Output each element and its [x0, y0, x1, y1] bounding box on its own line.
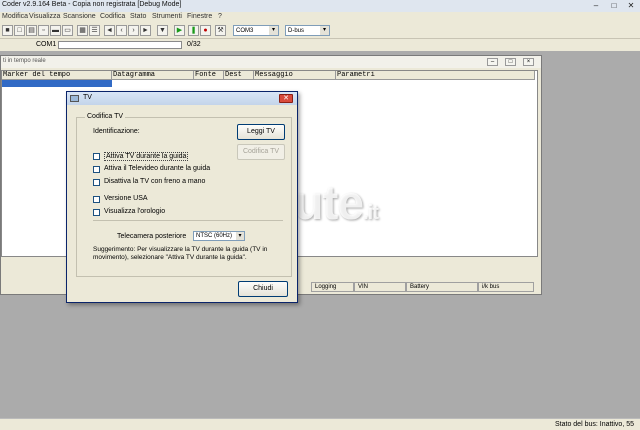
chevron-down-icon: ▾: [269, 26, 278, 35]
tv-coding-group: Codifica TV Identificazione: Leggi TV Co…: [76, 113, 292, 277]
child-minimize-button[interactable]: –: [487, 58, 498, 66]
bus-select-value: D-bus: [288, 28, 305, 34]
save-icon[interactable]: □: [14, 25, 25, 36]
option-label[interactable]: Disattiva la TV con freno a mano: [104, 178, 205, 185]
menu-scansione[interactable]: Scansione: [63, 13, 96, 20]
tools-icon[interactable]: ⚒: [215, 25, 226, 36]
column-header[interactable]: Datagramma: [112, 71, 194, 80]
menu-strumenti[interactable]: Strumenti: [152, 13, 182, 20]
menu-visualizza[interactable]: Visualizza: [29, 13, 60, 20]
bus-status: i/k bus: [478, 282, 534, 292]
bottom-status-bar: Stato del bus: Inattivo, 55: [0, 418, 640, 430]
chevron-down-icon: ▾: [320, 26, 329, 35]
child-close-button[interactable]: ×: [523, 58, 534, 66]
child-restore-button[interactable]: □: [505, 58, 516, 66]
first-icon[interactable]: ◄: [104, 25, 115, 36]
prev-icon[interactable]: ‹: [116, 25, 127, 36]
record-icon[interactable]: ●: [200, 25, 211, 36]
cut-icon[interactable]: ▭: [62, 25, 73, 36]
menu-codifica[interactable]: Codifica: [100, 13, 125, 20]
menu-finestre[interactable]: Finestre: [187, 13, 212, 20]
play-icon[interactable]: ▶: [174, 25, 185, 36]
column-header[interactable]: Fonte: [194, 71, 224, 80]
option-checkbox[interactable]: [93, 196, 100, 203]
vin-status: VIN: [354, 282, 406, 292]
last-icon[interactable]: ►: [140, 25, 151, 36]
column-header[interactable]: Dest: [224, 71, 254, 80]
rear-camera-select[interactable]: NTSC (60Hz) ▾: [193, 231, 245, 241]
menu-stato[interactable]: Stato: [130, 13, 146, 20]
copy-icon[interactable]: ▫: [38, 25, 49, 36]
identification-label: Identificazione:: [93, 128, 140, 135]
bus-select[interactable]: D-bus ▾: [285, 25, 330, 36]
watermark-suffix: .it: [363, 202, 379, 224]
encode-tv-button[interactable]: Codifica TV: [237, 144, 285, 160]
battery-status: Battery: [406, 282, 478, 292]
next-icon[interactable]: ›: [128, 25, 139, 36]
option-checkbox[interactable]: [93, 153, 100, 160]
child-window-title: ti in tempo reale: [3, 58, 46, 64]
selected-row[interactable]: [2, 80, 112, 87]
rear-camera-label: Telecamera posteriore: [117, 233, 187, 240]
logging-status: Logging: [311, 282, 354, 292]
progress-count: 0/32: [187, 41, 201, 48]
port-select[interactable]: COM3 ▾: [233, 25, 279, 36]
option-checkbox[interactable]: [93, 179, 100, 186]
option-label[interactable]: Visualizza l'orologio: [104, 208, 165, 215]
bus-state-text: Stato del bus: Inattivo, 55: [555, 421, 634, 428]
pause-icon[interactable]: ❚: [188, 25, 199, 36]
group-label: Codifica TV: [85, 113, 126, 120]
port-select-value: COM3: [236, 28, 254, 34]
menu-help[interactable]: ?: [218, 13, 222, 20]
port-status-row: COM1 0/32: [0, 39, 640, 51]
menu-modifica[interactable]: Modifica: [2, 13, 28, 20]
minimize-button[interactable]: –: [588, 0, 604, 11]
option-checkbox[interactable]: [93, 166, 100, 173]
rear-camera-value: NTSC (60Hz): [196, 233, 233, 239]
option-checkbox[interactable]: [93, 209, 100, 216]
option-label[interactable]: Attiva TV durante la guida: [104, 152, 189, 161]
dialog-title: TV: [83, 94, 92, 101]
column-header[interactable]: Messaggio: [254, 71, 336, 80]
dialog-close-icon[interactable]: ✕: [279, 94, 293, 103]
progress-bar: [58, 41, 182, 49]
read-tv-button[interactable]: Leggi TV: [237, 124, 285, 140]
child-titlebar: ti in tempo reale – □ ×: [1, 56, 541, 68]
port-label: COM1: [36, 41, 57, 48]
print-icon[interactable]: ▤: [26, 25, 37, 36]
main-titlebar: Coder v2.9.164 Beta - Copia non registra…: [0, 0, 640, 12]
close-button[interactable]: ✕: [623, 0, 639, 11]
dialog-titlebar: TV ✕: [67, 92, 297, 105]
chevron-down-icon: ▾: [236, 232, 244, 240]
column-header[interactable]: Marker del tempo: [2, 71, 112, 80]
grid-view-icon[interactable]: ▦: [77, 25, 88, 36]
open-icon[interactable]: ■: [2, 25, 13, 36]
close-dialog-button[interactable]: Chiudi: [238, 281, 288, 297]
tv-dialog: TV ✕ Codifica TV Identificazione: Leggi …: [66, 91, 298, 303]
hint-text: Suggerimento: Per visualizzare la TV dur…: [93, 246, 268, 261]
paste-icon[interactable]: ▬: [50, 25, 61, 36]
maximize-button[interactable]: □: [606, 0, 622, 11]
window-title: Coder v2.9.164 Beta - Copia non registra…: [2, 1, 182, 8]
menu-bar: Modifica Visualizza Scansione Codifica S…: [0, 12, 640, 22]
filter-icon[interactable]: ▼: [157, 25, 168, 36]
column-header[interactable]: Parametri: [336, 71, 535, 80]
tv-icon: [70, 95, 79, 102]
list-view-icon[interactable]: ☰: [89, 25, 100, 36]
option-label[interactable]: Attiva il Televideo durante la guida: [104, 165, 210, 172]
separator: [93, 220, 283, 221]
toolbar: ■ □ ▤ ▫ ▬ ▭ ▦ ☰ ◄ ‹ › ► ▼ ▶ ❚ ● ⚒ COM3 ▾…: [0, 22, 640, 39]
option-label[interactable]: Versione USA: [104, 195, 148, 202]
